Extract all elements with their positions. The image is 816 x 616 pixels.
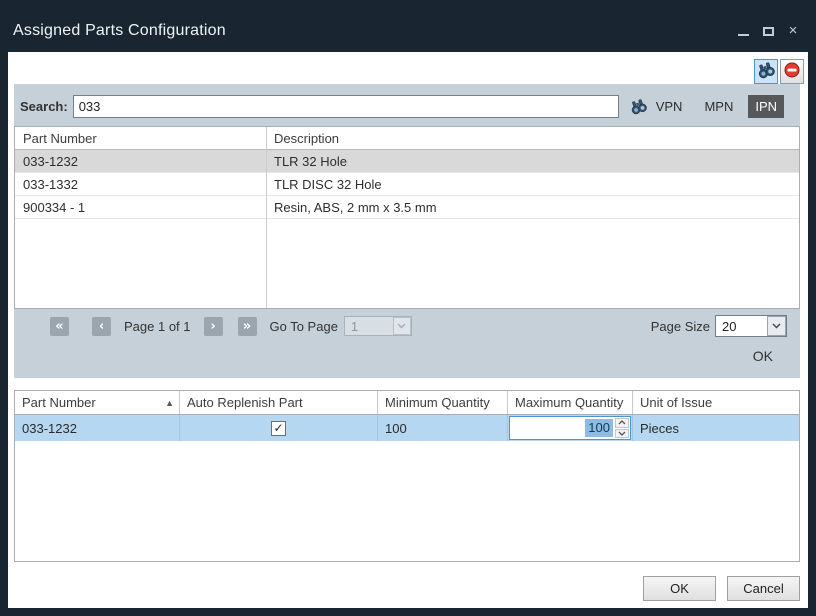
column-divider: [266, 127, 267, 308]
check-icon: ✓: [273, 421, 283, 435]
page-size-value: 20: [716, 319, 767, 334]
pagination-bar: « ‹ Page 1 of 1 › » Go To Page 1 Page Si…: [14, 314, 800, 338]
column-header-part-number[interactable]: Part Number: [15, 131, 266, 146]
search-panel: Search: VPN MPN IPN: [14, 84, 800, 378]
next-page-button[interactable]: ›: [204, 317, 223, 336]
stop-tool-button[interactable]: [780, 59, 804, 84]
binoculars-icon[interactable]: [630, 98, 647, 115]
column-label: Part Number: [22, 395, 96, 410]
dialog-footer: OK Cancel: [643, 576, 800, 601]
filter-button-ipn[interactable]: IPN: [748, 95, 784, 118]
cell-part-number: 033-1232: [15, 154, 266, 169]
column-header-maximum-quantity[interactable]: Maximum Quantity: [508, 391, 633, 414]
assigned-parts-table: Part Number ▲ Auto Replenish Part Minimu…: [14, 390, 800, 562]
maximum-quantity-spinner[interactable]: 100: [509, 416, 631, 440]
search-label: Search:: [20, 99, 68, 114]
goto-page-value: 1: [345, 319, 393, 334]
assigned-parts-header: Part Number ▲ Auto Replenish Part Minimu…: [15, 391, 799, 415]
binoculars-icon: [757, 61, 775, 82]
panel-ok-button[interactable]: OK: [753, 348, 773, 364]
title-bar: Assigned Parts Configuration ×: [0, 0, 816, 52]
assigned-part-row[interactable]: 033-1232 ✓ 100 100: [15, 415, 799, 441]
column-header-description[interactable]: Description: [266, 131, 799, 146]
last-page-button[interactable]: »: [238, 317, 257, 336]
column-header-part-number[interactable]: Part Number ▲: [15, 391, 180, 414]
column-header-unit-of-issue[interactable]: Unit of Issue: [633, 391, 799, 414]
maximize-icon: [763, 27, 774, 36]
cell-auto-replenish: ✓: [180, 415, 378, 441]
cell-part-number: 033-1232: [15, 415, 180, 441]
search-input[interactable]: [73, 95, 619, 118]
window-controls: ×: [736, 24, 800, 38]
maximize-button[interactable]: [761, 24, 775, 38]
page-size-label: Page Size: [651, 319, 710, 334]
search-row: Search: VPN MPN IPN: [20, 94, 792, 118]
cell-description: Resin, ABS, 2 mm x 3.5 mm: [266, 200, 799, 215]
column-header-minimum-quantity[interactable]: Minimum Quantity: [378, 391, 508, 414]
chevron-down-icon[interactable]: [767, 316, 786, 336]
search-results-table: Part Number Description 033-1232 TLR 32 …: [14, 126, 800, 309]
ok-button[interactable]: OK: [643, 576, 716, 601]
filter-button-mpn[interactable]: MPN: [697, 95, 740, 118]
cell-part-number: 033-1332: [15, 177, 266, 192]
spinner-down-button[interactable]: [615, 429, 629, 439]
part-number-filter-group: VPN MPN IPN: [649, 95, 784, 118]
selected-text: 100: [585, 419, 613, 437]
minimize-button[interactable]: [736, 24, 750, 38]
table-row[interactable]: 900334 - 1 Resin, ABS, 2 mm x 3.5 mm: [15, 196, 799, 219]
cell-unit-of-issue: Pieces: [633, 415, 799, 441]
cell-part-number: 900334 - 1: [15, 200, 266, 215]
page-indicator: Page 1 of 1: [124, 319, 191, 334]
table-row[interactable]: 033-1332 TLR DISC 32 Hole: [15, 173, 799, 196]
cell-minimum-quantity: 100: [378, 415, 508, 441]
page-size-combobox[interactable]: 20: [715, 315, 787, 337]
filter-button-vpn[interactable]: VPN: [649, 95, 690, 118]
previous-page-button[interactable]: ‹: [92, 317, 111, 336]
column-header-auto-replenish[interactable]: Auto Replenish Part: [180, 391, 378, 414]
stop-icon: [784, 62, 800, 81]
minimize-icon: [738, 34, 749, 36]
cell-description: TLR DISC 32 Hole: [266, 177, 799, 192]
auto-replenish-checkbox[interactable]: ✓: [271, 421, 286, 436]
cancel-button[interactable]: Cancel: [727, 576, 800, 601]
goto-page-label: Go To Page: [270, 319, 338, 334]
goto-page-combobox[interactable]: 1: [344, 316, 412, 336]
dialog-content: Search: VPN MPN IPN: [8, 52, 808, 608]
close-button[interactable]: ×: [786, 24, 800, 38]
cell-maximum-quantity: 100: [508, 415, 633, 441]
chevron-down-icon: [393, 317, 411, 335]
search-results-header: Part Number Description: [15, 127, 799, 150]
search-tool-button[interactable]: [754, 59, 778, 84]
sort-ascending-icon: ▲: [165, 398, 174, 408]
spinner-buttons: [614, 417, 630, 439]
first-page-button[interactable]: «: [50, 317, 69, 336]
top-toolbar: [754, 59, 804, 84]
close-icon: ×: [789, 24, 798, 38]
maximum-quantity-input[interactable]: 100: [510, 417, 614, 439]
cell-description: TLR 32 Hole: [266, 154, 799, 169]
dialog-title: Assigned Parts Configuration: [13, 22, 226, 40]
spinner-up-button[interactable]: [615, 418, 629, 428]
table-row[interactable]: 033-1232 TLR 32 Hole: [15, 150, 799, 173]
